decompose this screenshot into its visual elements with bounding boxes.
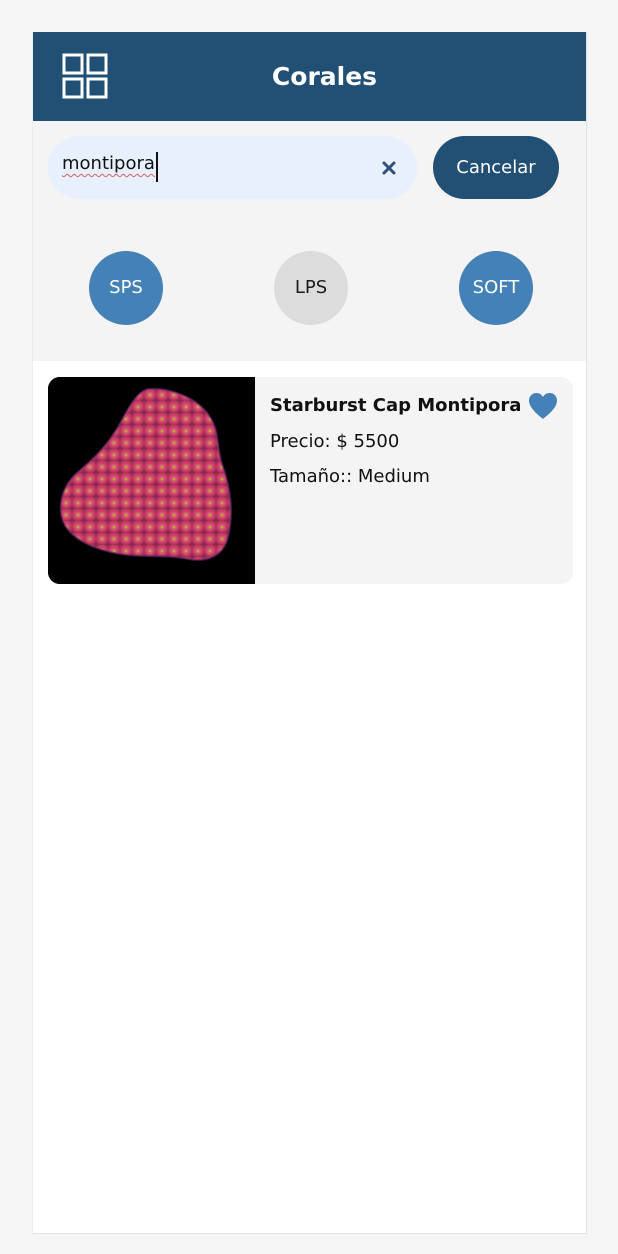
filter-area: montipora Cancelar SPS LPS SOFT	[33, 121, 586, 361]
cancel-button[interactable]: Cancelar	[433, 136, 559, 199]
search-input-value[interactable]: montipora	[62, 153, 155, 174]
heart-icon[interactable]	[527, 391, 559, 421]
category-sps-button[interactable]: SPS	[89, 251, 163, 325]
product-card[interactable]: Starburst Cap Montipora Precio: $ 5500 T…	[48, 377, 573, 584]
category-lps-button[interactable]: LPS	[274, 251, 348, 325]
product-size: Tamaño:: Medium	[270, 466, 430, 487]
coral-image	[48, 377, 255, 584]
close-icon[interactable]	[381, 160, 397, 176]
product-name: Starburst Cap Montipora	[270, 395, 522, 416]
app-screen: Corales montipora Cancelar SPS LPS SOFT	[32, 32, 587, 1234]
category-soft-button[interactable]: SOFT	[459, 251, 533, 325]
page-title: Corales	[271, 62, 378, 91]
text-caret	[156, 152, 158, 182]
product-price: Precio: $ 5500	[270, 431, 400, 452]
app-header: Corales	[33, 32, 586, 121]
search-input[interactable]: montipora	[48, 136, 417, 199]
